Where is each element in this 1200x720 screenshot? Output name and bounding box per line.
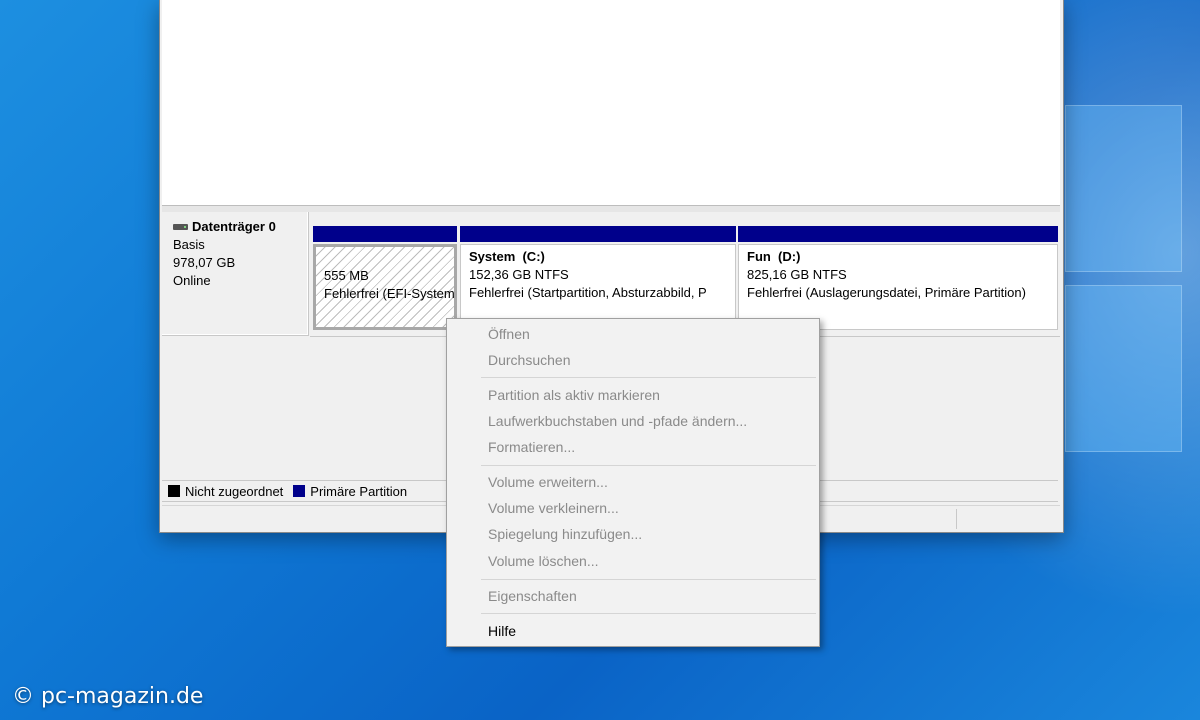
legend-unallocated-label: Nicht zugeordnet xyxy=(185,483,284,499)
menu-separator xyxy=(481,465,816,466)
disk-size-label: 978,07 GB xyxy=(173,255,236,270)
menu-separator xyxy=(481,579,816,580)
menu-item-shrink-volume[interactable]: Volume verkleinern... xyxy=(488,495,619,521)
menu-separator xyxy=(481,377,816,378)
partition-status: Fehlerfrei (Startpartition, Absturzabbil… xyxy=(469,285,707,300)
legend-primary-label: Primäre Partition xyxy=(310,483,408,499)
primary-swatch xyxy=(293,485,306,497)
disk-type-label: Basis xyxy=(173,237,205,252)
volume-list-pane[interactable] xyxy=(162,0,1060,206)
partition-bar xyxy=(738,226,1058,242)
menu-item-mark-active[interactable]: Partition als aktiv markieren xyxy=(488,382,660,408)
partition-title: Fun (D:) xyxy=(747,249,801,264)
disk-name-label: Datenträger 0 xyxy=(192,219,276,234)
partition-fun-d[interactable]: Fun (D:) 825,16 GB NTFS Fehlerfrei (Ausl… xyxy=(738,226,1058,330)
partition-status: Fehlerfrei (Auslagerungsdatei, Primäre P… xyxy=(747,285,1026,300)
windows-logo-pane xyxy=(1065,105,1182,272)
status-separator xyxy=(956,509,957,529)
watermark-text: © pc-magazin.de xyxy=(12,684,204,709)
disk-status-label: Online xyxy=(173,273,211,288)
legend-unallocated: Nicht zugeordnet xyxy=(168,484,283,499)
partition-size: 152,36 GB NTFS xyxy=(469,267,569,282)
menu-item-change-drive-letter[interactable]: Laufwerkbuchstaben und -pfade ändern... xyxy=(488,408,747,434)
hard-disk-icon xyxy=(173,224,188,230)
menu-item-format[interactable]: Formatieren... xyxy=(488,434,575,460)
menu-item-explore[interactable]: Durchsuchen xyxy=(488,347,571,373)
partition-efi[interactable]: 555 MB Fehlerfrei (EFI-Systempartition) xyxy=(313,226,457,330)
menu-item-add-mirror[interactable]: Spiegelung hinzufügen... xyxy=(488,521,642,547)
partition-size: 555 MB xyxy=(324,268,369,283)
disk-info-box[interactable]: Datenträger 0 Basis 978,07 GB Online xyxy=(162,212,309,336)
menu-separator xyxy=(481,613,816,614)
unallocated-swatch xyxy=(168,485,180,497)
windows-logo-pane xyxy=(1065,285,1182,452)
menu-item-properties[interactable]: Eigenschaften xyxy=(488,583,577,609)
context-menu: Öffnen Durchsuchen Partition als aktiv m… xyxy=(446,318,820,647)
partition-title: System (C:) xyxy=(469,249,545,264)
partition-size: 825,16 GB NTFS xyxy=(747,267,847,282)
partition-bar xyxy=(460,226,736,242)
menu-item-help[interactable]: Hilfe xyxy=(488,618,516,644)
partition-status: Fehlerfrei (EFI-Systempartition) xyxy=(324,286,455,301)
partition-bar xyxy=(313,226,457,242)
legend-primary: Primäre Partition xyxy=(293,484,407,499)
disk-header: Datenträger 0 xyxy=(173,218,308,236)
menu-item-open[interactable]: Öffnen xyxy=(488,321,530,347)
partition-body: 555 MB Fehlerfrei (EFI-Systempartition) xyxy=(313,244,457,330)
partition-system-c[interactable]: System (C:) 152,36 GB NTFS Fehlerfrei (S… xyxy=(460,226,736,330)
menu-item-extend-volume[interactable]: Volume erweitern... xyxy=(488,469,608,495)
menu-item-delete-volume[interactable]: Volume löschen... xyxy=(488,548,599,574)
